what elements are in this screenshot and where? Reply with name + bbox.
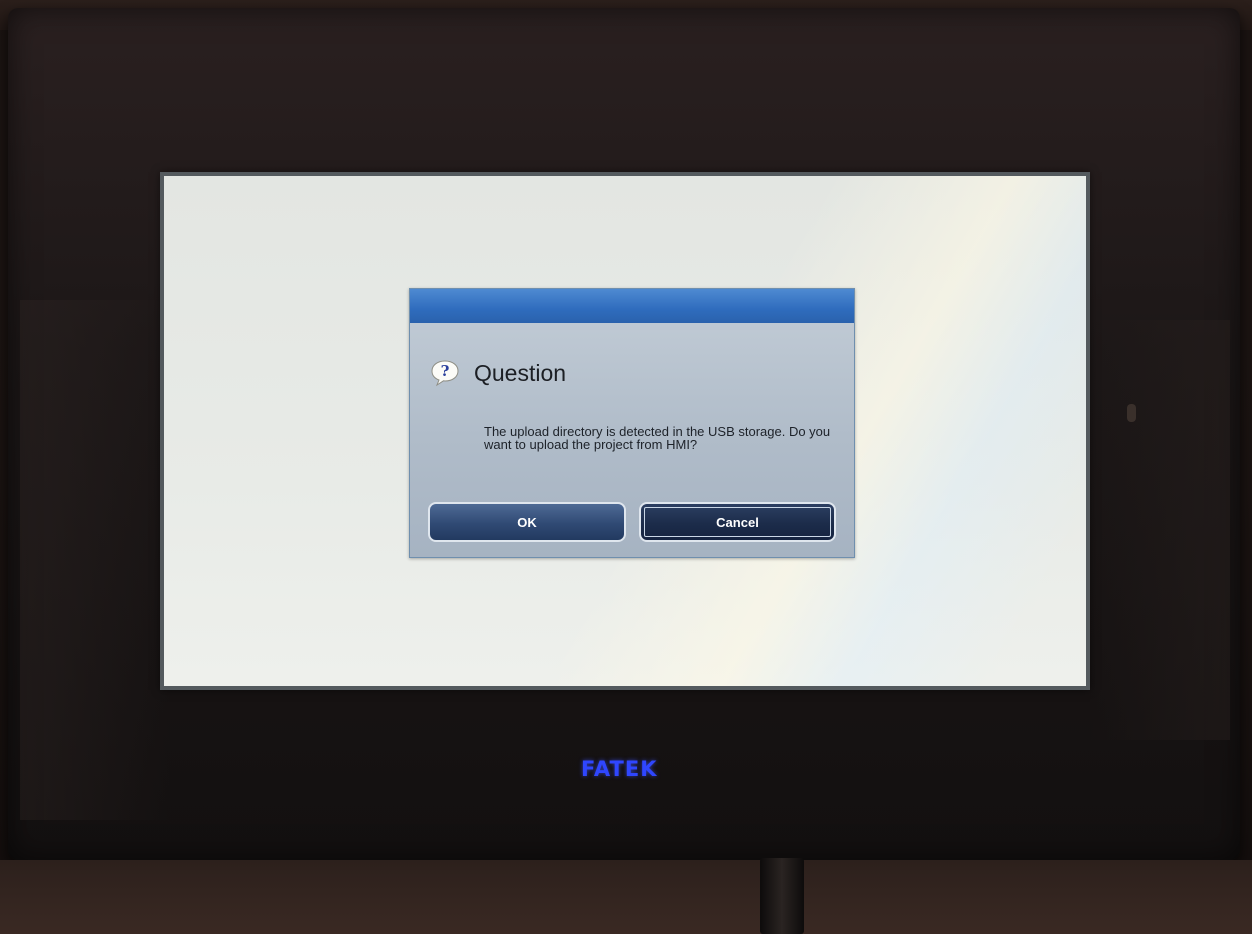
device-cable: [760, 858, 804, 934]
hmi-screen: ? Question The upload directory is detec…: [160, 172, 1090, 690]
brand-logo: FATEK: [581, 757, 658, 781]
cancel-button[interactable]: Cancel: [639, 502, 836, 542]
question-bubble-icon: ?: [430, 359, 460, 387]
bezel-reflection: [20, 300, 170, 820]
background-floor: [0, 860, 1252, 934]
bezel-reflection: [1090, 320, 1230, 740]
bezel-sensor: [1127, 404, 1136, 422]
dialog-header: ? Question: [430, 355, 566, 391]
dialog-message: The upload directory is detected in the …: [484, 424, 831, 452]
ok-button-label: OK: [517, 514, 537, 530]
cancel-button-label: Cancel: [716, 514, 759, 530]
question-dialog: ? Question The upload directory is detec…: [409, 288, 855, 558]
ok-button[interactable]: OK: [428, 502, 626, 542]
dialog-titlebar: [410, 289, 854, 323]
dialog-title: Question: [474, 359, 567, 386]
svg-text:?: ?: [441, 362, 450, 380]
photo-scene: ? Question The upload directory is detec…: [0, 0, 1252, 934]
